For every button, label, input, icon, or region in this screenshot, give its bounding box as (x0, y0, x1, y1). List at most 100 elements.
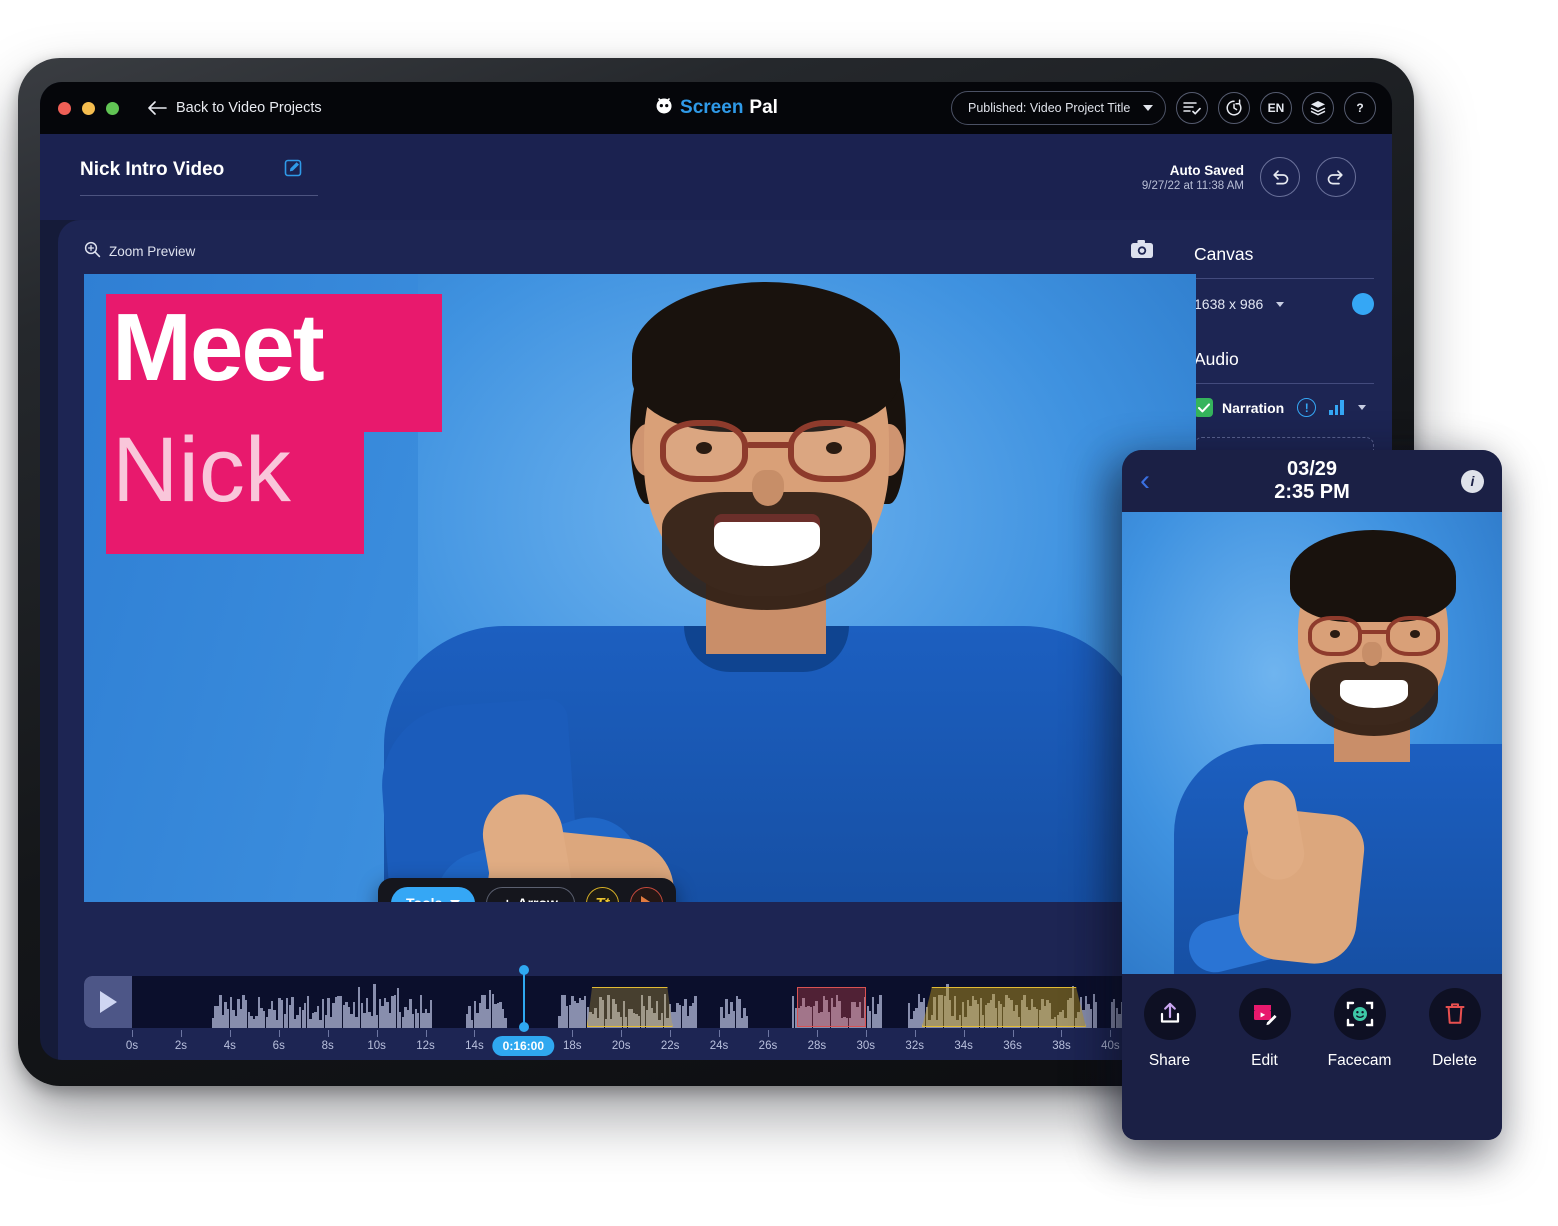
phone-action-share-label: Share (1148, 1052, 1191, 1069)
redo-icon[interactable] (1316, 157, 1356, 197)
timeline-tick (425, 1030, 427, 1037)
tools-button-label: Tools (406, 895, 442, 902)
timeline-tick (621, 1030, 623, 1037)
phone-action-edit[interactable]: Edit (1222, 988, 1308, 1070)
timeline-tick (180, 1030, 182, 1037)
zoom-preview-label: Zoom Preview (109, 243, 196, 259)
autosave-block: Auto Saved 9/27/22 at 11:38 AM (1142, 157, 1356, 197)
timeline[interactable]: 0s 2s 4s 6s 8s 10s 12s 14s 18s 20s 22s 24s 26s 28s 30s… (84, 965, 1196, 1060)
language-selector[interactable]: EN (1260, 92, 1292, 124)
zoom-preview-button[interactable]: Zoom Preview (84, 241, 195, 261)
phone-video-preview[interactable] (1122, 512, 1502, 974)
timeline-tick-label: 34s (954, 1040, 973, 1052)
timeline-tick (963, 1030, 965, 1037)
camera-icon[interactable] (1130, 239, 1154, 264)
help-icon[interactable]: ? (1344, 92, 1376, 124)
divider (1194, 383, 1374, 384)
phone-action-facecam[interactable]: Facecam (1317, 988, 1403, 1070)
timeline-tick-label: 14s (465, 1040, 484, 1052)
timeline-playhead[interactable] (519, 965, 530, 1032)
narration-row: Narration ! (1194, 398, 1374, 417)
trash-icon (1428, 988, 1481, 1040)
phone-time: 2:35 PM (1274, 481, 1350, 503)
canvas-dimensions-label: 1638 x 986 (1194, 296, 1264, 312)
narration-checkbox[interactable] (1194, 398, 1213, 417)
zoom-in-magnifier-icon (84, 241, 101, 261)
phone-action-edit-label: Edit (1251, 1052, 1278, 1069)
text-tool-button[interactable]: Tt (585, 886, 619, 902)
phone-action-share[interactable]: Share (1127, 988, 1213, 1070)
timeline-tick (1012, 1030, 1014, 1037)
brand-screen-text: Screen (680, 97, 744, 118)
floating-tools-bar: Tools + Arrow Tt (378, 878, 676, 902)
timeline-tick-label: 28s (807, 1040, 827, 1052)
layers-icon[interactable] (1302, 92, 1334, 124)
canvas-dimensions-dropdown[interactable]: 1638 x 986 (1194, 296, 1285, 312)
window-traffic-lights (58, 101, 119, 115)
add-arrow-button[interactable]: + Arrow (486, 886, 575, 902)
timeline-tick (572, 1030, 574, 1037)
chevron-down-icon (1276, 301, 1285, 307)
tools-button[interactable]: Tools (391, 886, 476, 902)
timeline-tick-label: 40s (1101, 1040, 1120, 1052)
timeline-tick (719, 1030, 721, 1037)
timeline-tick-label: 2s (174, 1040, 187, 1052)
chevron-down-icon (450, 900, 461, 902)
timeline-ruler: 0s 2s 4s 6s 8s 10s 12s 14s 18s 20s 22s 24s 26s 28s 30s… (84, 1030, 1196, 1060)
undo-icon[interactable] (1260, 157, 1300, 197)
brand-pal-text: Pal (749, 97, 778, 118)
timeline-tick (767, 1030, 769, 1037)
publish-status-dropdown[interactable]: Published: Video Project Title (951, 91, 1166, 125)
notes-check-icon[interactable] (1176, 92, 1208, 124)
phone-action-bar: Share Edit Facecam Delete (1122, 974, 1502, 1140)
info-icon[interactable]: i (1461, 469, 1484, 493)
plus-icon: + (503, 895, 511, 902)
timeline-tick (474, 1030, 476, 1037)
title-card-line2: Nick (112, 419, 291, 521)
timeline-track[interactable] (84, 976, 1196, 1028)
chevron-down-icon[interactable] (1357, 405, 1366, 410)
video-edit-icon (1238, 988, 1291, 1040)
maximize-window-button[interactable] (106, 101, 119, 115)
timeline-tick-label: 6s (272, 1040, 285, 1052)
minimize-window-button[interactable] (82, 101, 95, 115)
history-icon[interactable] (1218, 92, 1250, 124)
phone-action-delete[interactable]: Delete (1412, 988, 1498, 1070)
narration-label: Narration (1222, 399, 1285, 416)
timeline-tick-label: 18s (562, 1040, 582, 1052)
audio-levels-icon[interactable] (1329, 400, 1344, 415)
zoom-region-1[interactable] (586, 987, 673, 1027)
timeline-tick-label: 0s (125, 1040, 139, 1052)
edit-pencil-icon[interactable] (284, 158, 303, 182)
highlight-region-red[interactable] (797, 987, 866, 1027)
timeline-tick (376, 1030, 378, 1037)
preview-toolbar: Zoom Preview (84, 236, 1174, 266)
arrow-left-icon (147, 101, 167, 115)
back-to-video-projects-link[interactable]: Back to Video Projects (147, 100, 322, 116)
zoom-region-2[interactable] (922, 987, 1086, 1027)
screenpal-mark-icon (654, 95, 674, 121)
chevron-left-icon[interactable]: ‹ (1140, 466, 1150, 496)
timeline-tick-label: 38s (1052, 1040, 1071, 1052)
timeline-tick-label: 30s (856, 1040, 876, 1052)
timeline-regions (132, 976, 1196, 1028)
project-name-underline (80, 195, 318, 196)
timeline-tick-label: 24s (709, 1040, 729, 1052)
editor-main-area: Zoom Preview Meet Nick 0s 2s 4s 6s 8s 10… (58, 220, 1196, 1060)
canvas-section-title: Canvas (1194, 244, 1254, 264)
alert-circle-icon[interactable]: ! (1297, 398, 1317, 417)
play-icon[interactable] (84, 976, 132, 1028)
video-preview-canvas[interactable]: Meet Nick Tools + Arrow Tt (84, 274, 1196, 902)
timeline-tick (670, 1030, 672, 1037)
back-link-label: Back to Video Projects (176, 100, 322, 116)
phone-date: 03/29 (1286, 458, 1338, 480)
close-window-button[interactable] (58, 101, 71, 115)
canvas-color-swatch[interactable] (1352, 293, 1374, 315)
phone-header: ‹ 03/29 2:35 PM i (1122, 450, 1502, 512)
auto-saved-label: Auto Saved (1169, 162, 1244, 178)
publish-status-label: Published: Video Project Title (968, 101, 1131, 115)
timeline-tick-label: 10s (367, 1040, 386, 1052)
project-name-field[interactable]: Nick Intro Video (80, 158, 318, 196)
cursor-arrow-icon[interactable] (629, 886, 663, 902)
timeline-tick (914, 1030, 916, 1037)
